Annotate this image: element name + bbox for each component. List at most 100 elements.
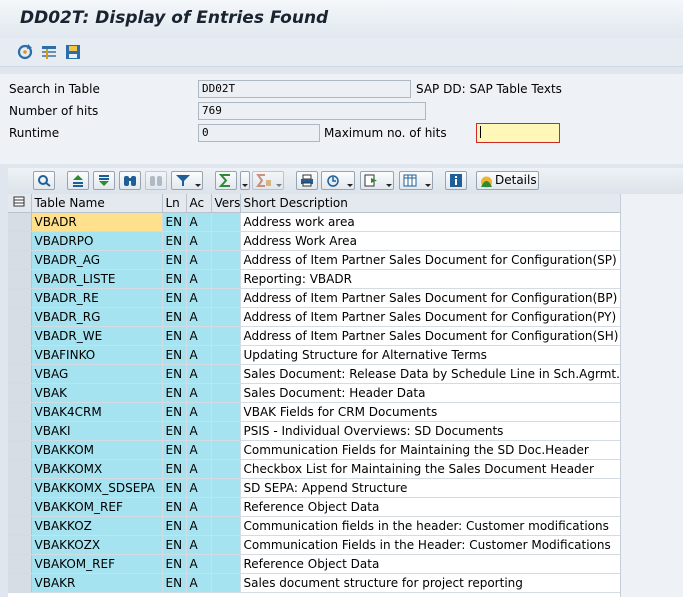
table-row[interactable]: VBAKKOZ EN A Communication fields in the he… bbox=[8, 516, 620, 536]
short-description-cell[interactable]: Updating Structure for Alternative Terms bbox=[240, 345, 620, 365]
language-cell[interactable]: EN bbox=[162, 364, 187, 384]
language-cell[interactable]: EN bbox=[162, 307, 187, 327]
version-cell[interactable] bbox=[211, 402, 241, 422]
table-row[interactable]: VBAK4CRM EN A VBAK Fields for CRM Documents bbox=[8, 402, 620, 422]
activation-cell[interactable]: A bbox=[186, 383, 212, 403]
version-cell[interactable] bbox=[211, 554, 241, 574]
table-name-cell[interactable]: VBAK4CRM bbox=[31, 402, 163, 422]
activation-cell[interactable]: A bbox=[186, 421, 212, 441]
short-description-cell[interactable]: VBAK Fields for CRM Documents bbox=[240, 402, 620, 422]
activation-cell[interactable]: A bbox=[186, 326, 212, 346]
activation-cell[interactable]: A bbox=[186, 554, 212, 574]
find-next-button[interactable] bbox=[119, 171, 141, 190]
sort-descending-button[interactable] bbox=[93, 171, 115, 190]
row-selector[interactable] bbox=[8, 516, 32, 536]
language-cell[interactable]: EN bbox=[162, 288, 187, 308]
short-description-cell[interactable]: Reporting: VBADR bbox=[240, 269, 620, 289]
table-name-cell[interactable]: VBADR_RE bbox=[31, 288, 163, 308]
version-cell[interactable] bbox=[211, 535, 241, 555]
row-selector[interactable] bbox=[8, 326, 32, 346]
subtotal-button[interactable] bbox=[252, 171, 284, 190]
row-selector[interactable] bbox=[8, 554, 32, 574]
table-name-cell[interactable]: VBAKKOM bbox=[31, 440, 163, 460]
activation-cell[interactable]: A bbox=[186, 573, 212, 593]
table-row[interactable]: VBAKR EN A Sales document structure for pro… bbox=[8, 573, 620, 593]
row-selector[interactable] bbox=[8, 478, 32, 498]
language-cell[interactable]: EN bbox=[162, 440, 187, 460]
short-description-cell[interactable]: Communication Fields for Maintaining the… bbox=[240, 440, 620, 460]
version-cell[interactable] bbox=[211, 231, 241, 251]
short-description-cell[interactable]: Sales document structure for project rep… bbox=[240, 573, 620, 593]
version-cell[interactable] bbox=[211, 326, 241, 346]
activation-cell[interactable]: A bbox=[186, 288, 212, 308]
language-cell[interactable]: EN bbox=[162, 516, 187, 536]
version-cell[interactable] bbox=[211, 421, 241, 441]
activation-cell[interactable]: A bbox=[186, 231, 212, 251]
language-cell[interactable]: EN bbox=[162, 383, 187, 403]
information-button[interactable] bbox=[445, 171, 467, 190]
row-selector[interactable] bbox=[8, 307, 32, 327]
table-name-cell[interactable]: VBAKKOMX_SDSEPA bbox=[31, 478, 163, 498]
row-selector[interactable] bbox=[8, 288, 32, 308]
row-selector[interactable] bbox=[8, 535, 32, 555]
short-description-cell[interactable]: Address of Item Partner Sales Document f… bbox=[240, 250, 620, 270]
table-row[interactable]: VBAKKOMX_SDSEPA EN A SD SEPA: Append Struct… bbox=[8, 478, 620, 498]
table-name-cell[interactable]: VBAK bbox=[31, 383, 163, 403]
total-dropdown[interactable] bbox=[240, 171, 250, 190]
table-name-cell[interactable]: VBAFINKO bbox=[31, 345, 163, 365]
row-selector[interactable] bbox=[8, 212, 32, 232]
table-row[interactable]: VBADRPO EN A Address Work Area bbox=[8, 231, 620, 251]
select-table-icon[interactable] bbox=[40, 43, 58, 61]
table-name-cell[interactable]: VBAKR bbox=[31, 573, 163, 593]
details-button[interactable]: Details bbox=[476, 171, 539, 190]
activation-cell[interactable]: A bbox=[186, 402, 212, 422]
table-name-cell[interactable]: VBAG bbox=[31, 364, 163, 384]
row-selector[interactable] bbox=[8, 269, 32, 289]
short-description-cell[interactable]: Address of Item Partner Sales Document f… bbox=[240, 288, 620, 308]
short-description-cell[interactable]: Address of Item Partner Sales Document f… bbox=[240, 307, 620, 327]
table-row[interactable]: VBAKKOZX EN A Communication Fields in the H… bbox=[8, 535, 620, 555]
table-row[interactable]: VBAKKOMX EN A Checkbox List for Maintaining… bbox=[8, 459, 620, 479]
language-cell[interactable]: EN bbox=[162, 573, 187, 593]
table-name-cell[interactable]: VBAKKOZX bbox=[31, 535, 163, 555]
row-selector[interactable] bbox=[8, 459, 32, 479]
short-description-cell[interactable]: Reference Object Data bbox=[240, 497, 620, 517]
row-selector[interactable] bbox=[8, 231, 32, 251]
find-again-button[interactable] bbox=[145, 171, 167, 190]
max-hits-input[interactable] bbox=[476, 123, 560, 143]
version-cell[interactable] bbox=[211, 497, 241, 517]
language-cell[interactable]: EN bbox=[162, 345, 187, 365]
total-button[interactable] bbox=[215, 171, 237, 190]
version-cell[interactable] bbox=[211, 364, 241, 384]
save-icon[interactable] bbox=[64, 43, 82, 61]
table-name-cell[interactable]: VBADR_WE bbox=[31, 326, 163, 346]
version-cell[interactable] bbox=[211, 307, 241, 327]
version-cell[interactable] bbox=[211, 212, 241, 232]
table-name-cell[interactable]: VBADR_RG bbox=[31, 307, 163, 327]
table-row[interactable]: VBADR_WE EN A Address of Item Partner Sales… bbox=[8, 326, 620, 346]
short-description-cell[interactable]: Sales Document: Header Data bbox=[240, 383, 620, 403]
language-cell[interactable]: EN bbox=[162, 421, 187, 441]
language-cell[interactable]: EN bbox=[162, 269, 187, 289]
language-cell[interactable]: EN bbox=[162, 326, 187, 346]
version-cell[interactable] bbox=[211, 478, 241, 498]
language-cell[interactable]: EN bbox=[162, 212, 187, 232]
short-description-cell[interactable]: Sales Document: Release Data by Schedule… bbox=[240, 364, 620, 384]
table-row[interactable]: VBAKI EN A PSIS - Individual Overviews: SD … bbox=[8, 421, 620, 441]
column-header-table-name[interactable]: Table Name bbox=[31, 194, 163, 213]
views-button[interactable] bbox=[321, 171, 355, 190]
short-description-cell[interactable]: PSIS - Individual Overviews: SD Document… bbox=[240, 421, 620, 441]
layout-button[interactable] bbox=[399, 171, 433, 190]
version-cell[interactable] bbox=[211, 516, 241, 536]
row-selector[interactable] bbox=[8, 345, 32, 365]
row-selector[interactable] bbox=[8, 440, 32, 460]
column-header-short-description[interactable]: Short Description bbox=[240, 194, 620, 213]
table-row[interactable]: VBADR_LISTE EN A Reporting: VBADR bbox=[8, 269, 620, 289]
language-cell[interactable]: EN bbox=[162, 535, 187, 555]
row-selector[interactable] bbox=[8, 497, 32, 517]
short-description-cell[interactable]: Communication Fields in the Header: Cust… bbox=[240, 535, 620, 555]
activation-cell[interactable]: A bbox=[186, 478, 212, 498]
version-cell[interactable] bbox=[211, 383, 241, 403]
table-name-cell[interactable]: VBAKKOZ bbox=[31, 516, 163, 536]
version-cell[interactable] bbox=[211, 288, 241, 308]
